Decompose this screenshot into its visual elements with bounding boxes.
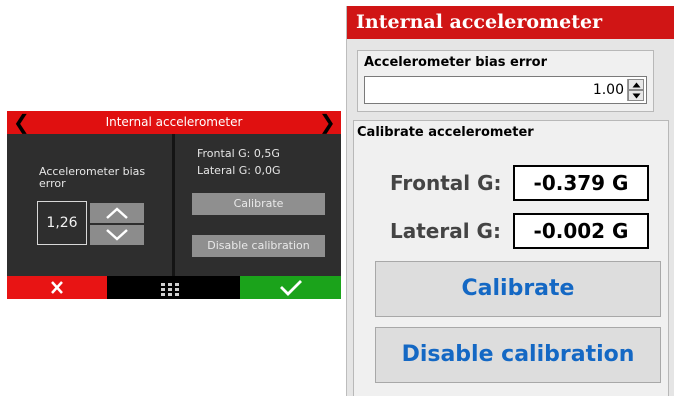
disable-calibration-button[interactable]: Disable calibration bbox=[375, 327, 661, 383]
chevron-down-icon bbox=[106, 229, 128, 241]
lateral-g-label: Lateral G: bbox=[390, 219, 501, 243]
bias-error-value: 1.00 bbox=[592, 82, 624, 98]
cancel-button[interactable] bbox=[7, 276, 107, 299]
spin-up-button[interactable] bbox=[628, 79, 644, 90]
lateral-g-value: -0.002 G bbox=[513, 213, 649, 249]
bias-group-label: Accelerometer bias error bbox=[364, 55, 548, 70]
device-bias-label: Accelerometer bias error bbox=[39, 165, 146, 190]
bias-error-group: Accelerometer bias error 1.00 bbox=[357, 50, 654, 112]
calibrate-group: Calibrate accelerometer Frontal G: -0.37… bbox=[353, 120, 669, 396]
triangle-down-icon bbox=[632, 93, 641, 99]
device-calibrate-button[interactable]: Calibrate bbox=[192, 193, 325, 215]
device-bottom-bar bbox=[7, 276, 341, 299]
bias-spinner bbox=[627, 79, 644, 101]
device-bias-value: 1,26 bbox=[37, 201, 87, 245]
dialog-title: Internal accelerometer bbox=[347, 6, 674, 39]
calibrate-group-label: Calibrate accelerometer bbox=[357, 125, 534, 140]
grid-menu-icon bbox=[161, 283, 179, 296]
confirm-button[interactable] bbox=[240, 276, 341, 299]
device-decrease-button[interactable] bbox=[90, 225, 144, 245]
device-frontal-readout: Frontal G: 0,5G bbox=[197, 147, 280, 160]
calibrate-button[interactable]: Calibrate bbox=[375, 261, 661, 317]
bias-error-input[interactable]: 1.00 bbox=[364, 76, 647, 104]
device-title: Internal accelerometer bbox=[105, 115, 243, 129]
chevron-up-icon bbox=[106, 207, 128, 219]
menu-button[interactable] bbox=[160, 281, 180, 296]
frontal-g-value: -0.379 G bbox=[513, 165, 649, 201]
check-icon bbox=[280, 280, 302, 296]
close-icon bbox=[51, 281, 63, 294]
device-lateral-readout: Lateral G: 0,0G bbox=[197, 164, 281, 177]
triangle-up-icon bbox=[632, 82, 641, 88]
spin-down-button[interactable] bbox=[628, 90, 644, 101]
chevron-left-icon[interactable]: ❮ bbox=[13, 112, 30, 133]
device-disable-calibration-button[interactable]: Disable calibration bbox=[192, 235, 325, 257]
device-screen: Internal accelerometer ❮ ❯ Accelerometer… bbox=[7, 111, 341, 299]
chevron-right-icon[interactable]: ❯ bbox=[319, 112, 336, 133]
accelerometer-dialog: Internal accelerometer Accelerometer bia… bbox=[346, 6, 674, 396]
frontal-g-label: Frontal G: bbox=[390, 171, 502, 195]
panel-divider bbox=[172, 134, 175, 276]
device-increase-button[interactable] bbox=[90, 203, 144, 223]
device-title-bar: Internal accelerometer ❮ ❯ bbox=[7, 111, 341, 134]
